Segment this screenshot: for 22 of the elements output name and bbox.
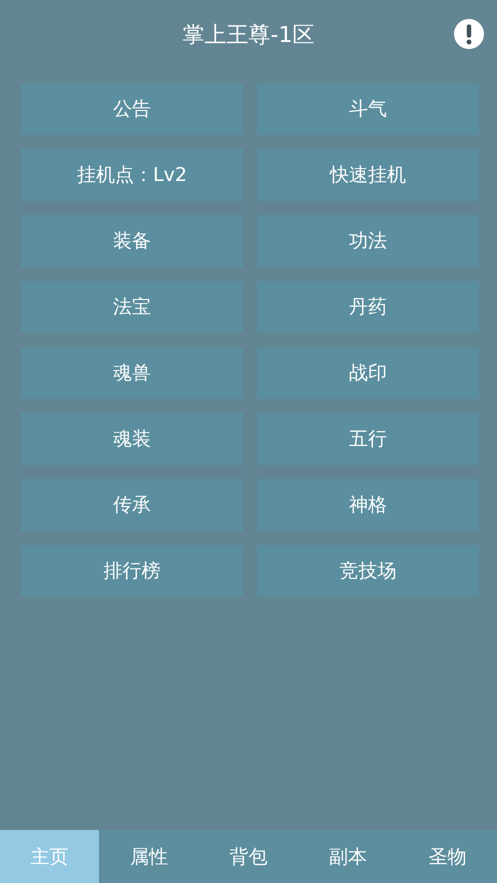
menu-button[interactable]: 公告 [21, 83, 243, 135]
menu-button[interactable]: 排行榜 [21, 545, 243, 597]
menu-button[interactable]: 魂装 [21, 413, 243, 465]
alert-icon[interactable] [454, 19, 484, 49]
menu-button[interactable]: 竞技场 [257, 545, 479, 597]
menu-button[interactable]: 五行 [257, 413, 479, 465]
menu-button[interactable]: 丹药 [257, 281, 479, 333]
tab[interactable]: 背包 [198, 830, 298, 883]
menu-button[interactable]: 快速挂机 [257, 149, 479, 201]
tab[interactable]: 圣物 [398, 830, 497, 883]
menu-button[interactable]: 斗气 [257, 83, 479, 135]
menu-button[interactable]: 魂兽 [21, 347, 243, 399]
tab[interactable]: 副本 [298, 830, 398, 883]
menu-button[interactable]: 传承 [21, 479, 243, 531]
menu-button[interactable]: 功法 [257, 215, 479, 267]
menu-button[interactable]: 挂机点：Lv2 [21, 149, 243, 201]
menu-button[interactable]: 神格 [257, 479, 479, 531]
tab[interactable]: 属性 [99, 830, 199, 883]
menu-button[interactable]: 战印 [257, 347, 479, 399]
page-title: 掌上王尊-1区 [182, 22, 314, 50]
menu-button[interactable]: 法宝 [21, 281, 243, 333]
menu-button[interactable]: 装备 [21, 215, 243, 267]
